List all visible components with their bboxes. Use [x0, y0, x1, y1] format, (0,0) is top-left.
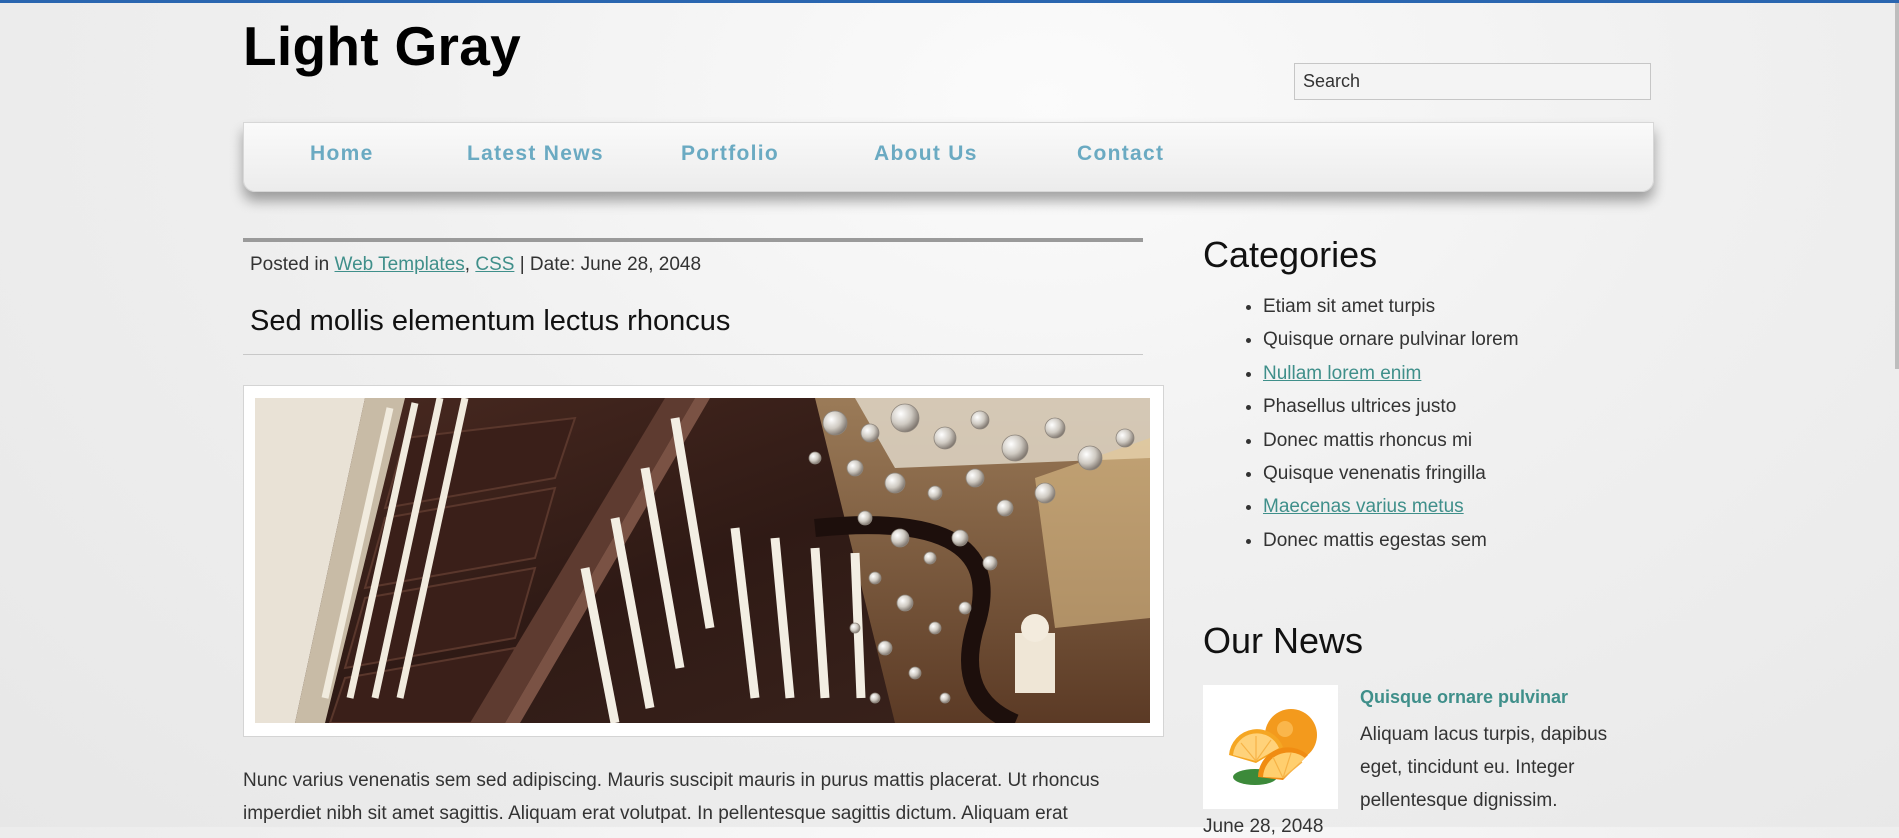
category-item: Quisque ornare pulvinar lorem	[1263, 323, 1519, 356]
category-item: Phasellus ultrices justo	[1263, 390, 1519, 423]
post-category-link[interactable]: CSS	[475, 254, 514, 275]
category-item: Quisque venenatis fringilla	[1263, 457, 1519, 490]
news-heading: Our News	[1203, 620, 1364, 661]
news-thumbnail[interactable]	[1203, 685, 1338, 809]
search-input[interactable]	[1294, 63, 1651, 100]
news-item-title[interactable]: Quisque ornare pulvinar	[1360, 687, 1568, 708]
post-title-divider	[243, 354, 1143, 355]
top-accent-bar	[0, 0, 1899, 3]
category-link-maecenas[interactable]: Maecenas varius metus	[1263, 496, 1464, 517]
main-nav: Home Latest News Portfolio About Us Cont…	[243, 122, 1654, 192]
category-item: Donec mattis rhoncus mi	[1263, 424, 1519, 457]
post-body: Nunc varius venenatis sem sed adipiscing…	[243, 770, 1100, 824]
post-meta-prefix: Posted in	[250, 254, 330, 275]
nav-item-latest-news[interactable]: Latest News	[467, 142, 604, 166]
category-link-nullam[interactable]: Nullam lorem enim	[1263, 363, 1421, 384]
post-top-rule	[243, 238, 1143, 242]
news-item-excerpt: Aliquam lacus turpis, dapibus eget, tinc…	[1360, 724, 1608, 811]
nav-item-about-us[interactable]: About Us	[874, 142, 978, 166]
categories-list: Etiam sit amet turpis Quisque ornare pul…	[1203, 290, 1519, 557]
category-item: Maecenas varius metus	[1263, 490, 1519, 523]
category-item: Donec mattis egestas sem	[1263, 524, 1519, 557]
page-scrollbar[interactable]	[1895, 3, 1899, 369]
category-separator: ,	[464, 254, 471, 275]
post-category-link[interactable]: Web Templates	[335, 254, 465, 275]
site-title: Light Gray	[243, 15, 522, 77]
categories-heading: Categories	[1203, 234, 1378, 275]
nav-item-home[interactable]: Home	[310, 142, 374, 166]
category-item: Nullam lorem enim	[1263, 357, 1519, 390]
category-item: Etiam sit amet turpis	[1263, 290, 1519, 323]
post-image-staircase	[255, 398, 1150, 723]
post-date: | Date: June 28, 2048	[519, 254, 702, 275]
nav-item-contact[interactable]: Contact	[1077, 142, 1164, 166]
news-item-date: June 28, 2048	[1203, 816, 1324, 837]
post-title: Sed mollis elementum lectus rhoncus	[250, 305, 731, 337]
orange-slices-image	[1229, 709, 1317, 785]
nav-item-portfolio[interactable]: Portfolio	[681, 142, 779, 166]
post-meta: Posted in Web Templates, CSS | Date: Jun…	[250, 254, 701, 276]
post-image-frame	[243, 385, 1164, 737]
